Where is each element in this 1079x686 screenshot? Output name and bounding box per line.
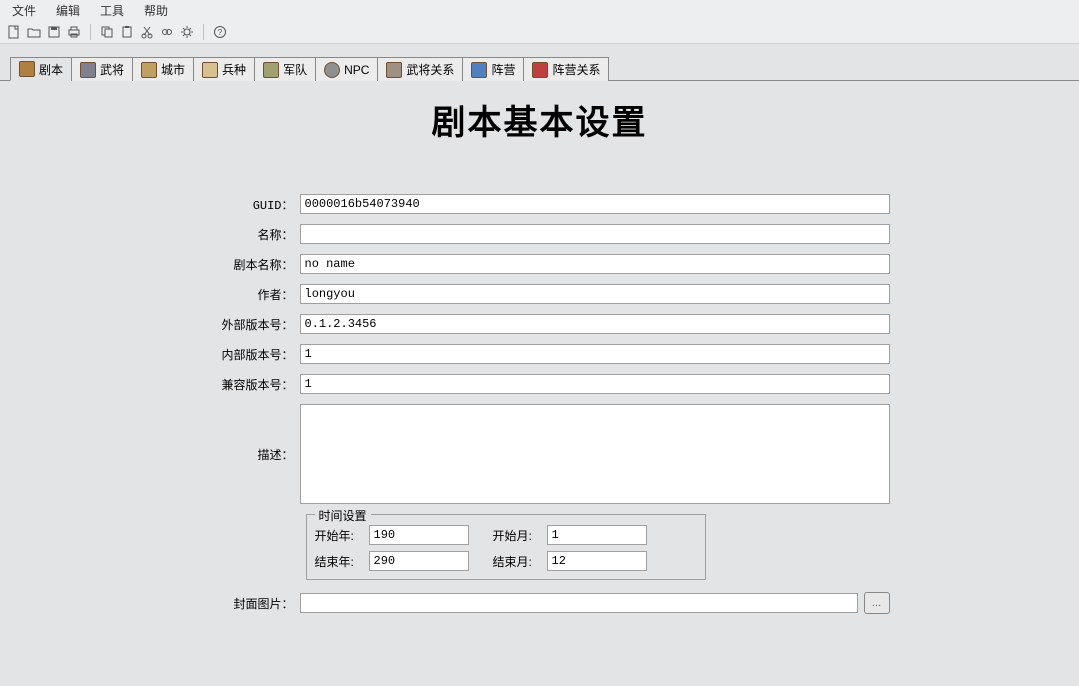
page-title: 剧本基本设置 <box>20 95 1059 144</box>
tab-label: NPC <box>344 63 369 77</box>
menu-tools[interactable]: 工具 <box>94 0 130 21</box>
general-icon <box>80 62 96 78</box>
content-area: 剧本基本设置 GUID： 名称： 剧本名称： 作者： 外部版本号： 内部版本号：… <box>0 81 1079 686</box>
tab-label: 阵营关系 <box>552 61 600 78</box>
end-year-label: 结束年: <box>315 553 363 570</box>
cover-input[interactable] <box>300 593 858 613</box>
guid-input[interactable] <box>300 194 890 214</box>
tab-label: 兵种 <box>222 61 246 78</box>
name-input[interactable] <box>300 224 890 244</box>
cut-icon[interactable] <box>139 24 155 40</box>
faction-icon <box>471 62 487 78</box>
menu-help[interactable]: 帮助 <box>138 0 174 21</box>
tab-label: 武将 <box>100 61 124 78</box>
tab-faction[interactable]: 阵营 <box>462 57 524 81</box>
tab-general-relation[interactable]: 武将关系 <box>377 57 463 81</box>
tab-faction-relation[interactable]: 阵营关系 <box>523 57 609 81</box>
unit-type-icon <box>202 62 218 78</box>
end-month-label: 结束月: <box>493 553 541 570</box>
tab-script[interactable]: 剧本 <box>10 57 72 81</box>
tab-city[interactable]: 城市 <box>132 57 194 81</box>
menu-bar: 文件 编辑 工具 帮助 <box>0 0 1079 20</box>
guid-label: GUID： <box>190 196 300 213</box>
description-label: 描述： <box>190 446 300 463</box>
start-year-input[interactable] <box>369 525 469 545</box>
menu-edit[interactable]: 编辑 <box>50 0 86 21</box>
open-folder-icon[interactable] <box>26 24 42 40</box>
browse-button[interactable]: … <box>864 592 890 614</box>
faction-relation-icon <box>532 62 548 78</box>
army-icon <box>263 62 279 78</box>
end-year-input[interactable] <box>369 551 469 571</box>
ext-version-label: 外部版本号： <box>190 316 300 333</box>
link-icon[interactable] <box>159 24 175 40</box>
save-icon[interactable] <box>46 24 62 40</box>
script-form: GUID： 名称： 剧本名称： 作者： 外部版本号： 内部版本号： 兼容版本号： <box>190 194 890 614</box>
copy-icon[interactable] <box>99 24 115 40</box>
start-month-input[interactable] <box>547 525 647 545</box>
city-icon <box>141 62 157 78</box>
toolbar-separator <box>203 24 204 40</box>
svg-text:?: ? <box>218 28 223 37</box>
tab-general[interactable]: 武将 <box>71 57 133 81</box>
start-month-label: 开始月: <box>493 527 541 544</box>
tab-npc[interactable]: NPC <box>315 57 378 81</box>
settings-icon[interactable] <box>179 24 195 40</box>
tab-unit-type[interactable]: 兵种 <box>193 57 255 81</box>
menu-file[interactable]: 文件 <box>6 0 42 21</box>
npc-icon <box>324 62 340 78</box>
new-file-icon[interactable] <box>6 24 22 40</box>
compat-version-label: 兼容版本号： <box>190 376 300 393</box>
help-icon[interactable]: ? <box>212 24 228 40</box>
paste-icon[interactable] <box>119 24 135 40</box>
script-name-input[interactable] <box>300 254 890 274</box>
script-icon <box>19 61 35 77</box>
end-month-input[interactable] <box>547 551 647 571</box>
tab-label: 剧本 <box>39 61 63 78</box>
start-year-label: 开始年: <box>315 527 363 544</box>
tab-label: 阵营 <box>491 61 515 78</box>
toolbar: ? <box>0 20 1079 44</box>
name-label: 名称： <box>190 226 300 243</box>
print-icon[interactable] <box>66 24 82 40</box>
tab-strip: 剧本 武将 城市 兵种 军队 NPC 武将关系 阵营 阵营关系 <box>0 44 1079 81</box>
ext-version-input[interactable] <box>300 314 890 334</box>
int-version-input[interactable] <box>300 344 890 364</box>
compat-version-input[interactable] <box>300 374 890 394</box>
general-relation-icon <box>386 62 402 78</box>
tab-label: 城市 <box>161 61 185 78</box>
time-settings-group: 时间设置 开始年: 开始月: 结束年: 结束月: <box>306 514 706 580</box>
time-settings-legend: 时间设置 <box>315 507 371 524</box>
int-version-label: 内部版本号： <box>190 346 300 363</box>
author-label: 作者： <box>190 286 300 303</box>
tab-army[interactable]: 军队 <box>254 57 316 81</box>
script-name-label: 剧本名称： <box>190 256 300 273</box>
author-input[interactable] <box>300 284 890 304</box>
tab-label: 军队 <box>283 61 307 78</box>
cover-label: 封面图片： <box>190 595 300 612</box>
tab-label: 武将关系 <box>406 61 454 78</box>
description-input[interactable] <box>300 404 890 504</box>
toolbar-separator <box>90 24 91 40</box>
